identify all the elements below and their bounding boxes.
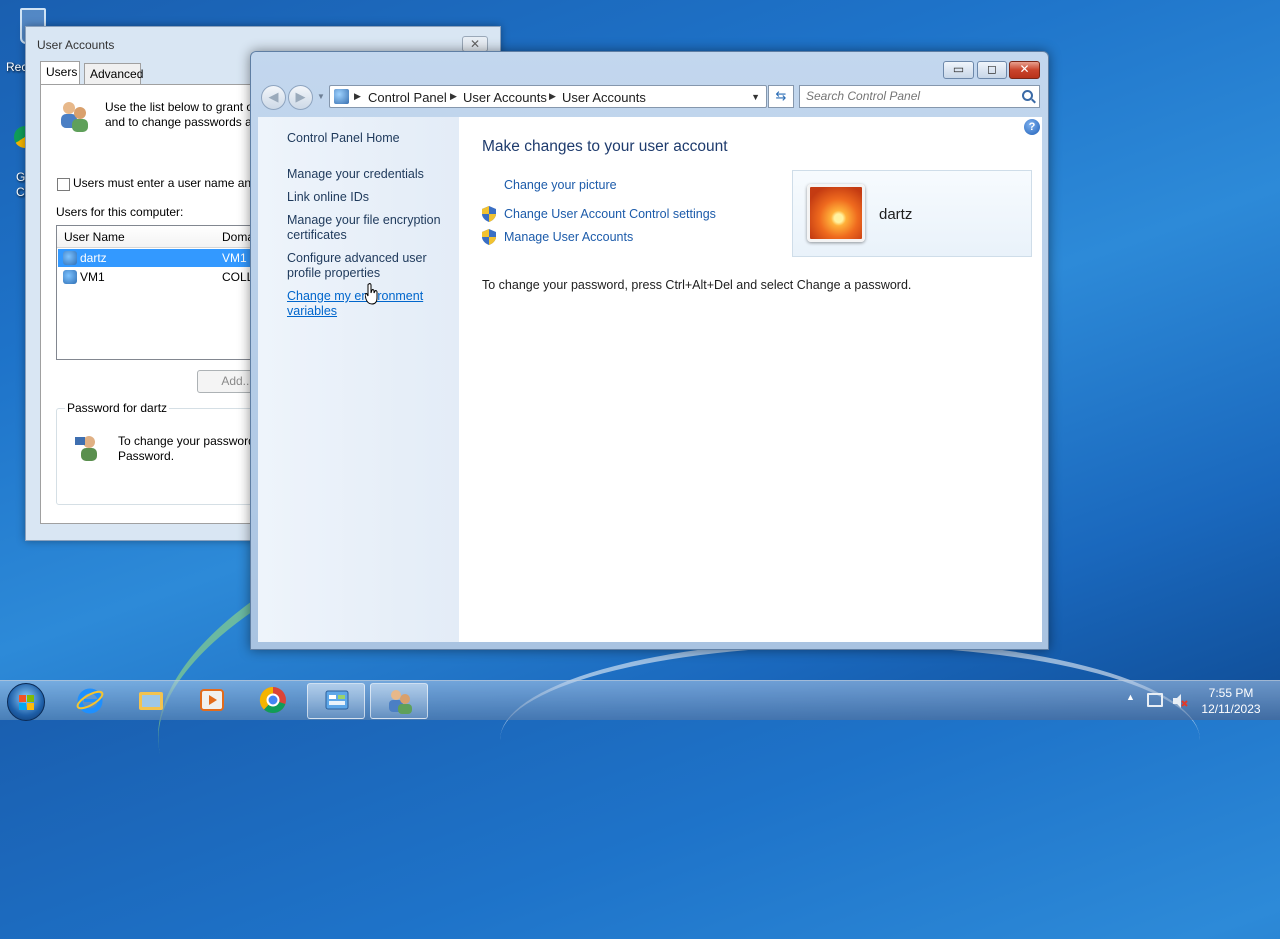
user-key-icon — [75, 436, 97, 461]
domain-cell: COLL — [222, 270, 254, 284]
taskbar-chrome[interactable] — [244, 683, 302, 719]
control-panel-window: ▭ ◻ ✕ ◀ ▶ ▼ ▶ Control Panel ▶ User Accou… — [250, 51, 1049, 650]
breadcrumb-chevron-icon[interactable]: ▶ — [450, 91, 457, 102]
search-icon[interactable] — [1022, 90, 1033, 101]
folder-icon — [139, 692, 163, 710]
domain-cell: VM1 — [222, 251, 247, 265]
tab-users[interactable]: Users — [40, 61, 80, 84]
clock-date: 12/11/2023 — [1201, 702, 1261, 716]
help-icon[interactable]: ? — [1024, 119, 1040, 135]
user-icon — [63, 270, 77, 284]
users-icon — [61, 102, 88, 132]
taskbar-internet-explorer[interactable] — [61, 683, 119, 719]
change-picture-link[interactable]: Change your picture — [504, 178, 617, 192]
media-player-icon — [200, 689, 224, 711]
dialog-close-button[interactable]: ✕ — [462, 36, 488, 52]
intro-line2: and to change passwords ar — [105, 115, 256, 129]
require-login-label: Users must enter a user name and — [73, 176, 258, 190]
password-group-label: Password for dartz — [65, 401, 170, 415]
password-line1: To change your password — [118, 434, 255, 448]
taskbar-user-accounts[interactable] — [370, 683, 428, 719]
close-button[interactable]: ✕ — [1009, 61, 1040, 79]
back-button[interactable]: ◀ — [261, 85, 286, 110]
breadcrumb-user-accounts[interactable]: User Accounts — [463, 90, 547, 105]
minimize-button[interactable]: ▭ — [943, 61, 974, 79]
control-panel-content: Control Panel Home Manage your credentia… — [258, 117, 1042, 642]
avatar[interactable] — [807, 184, 865, 242]
dialog-title: User Accounts — [37, 38, 115, 52]
start-button[interactable] — [7, 683, 45, 721]
page-title: Make changes to your user account — [482, 138, 728, 155]
taskbar-media-player[interactable] — [183, 683, 241, 719]
column-user-name[interactable]: User Name — [64, 230, 125, 244]
uac-settings-link[interactable]: Change User Account Control settings — [504, 207, 716, 221]
users-list-label: Users for this computer: — [56, 205, 184, 219]
network-icon[interactable] — [1147, 693, 1163, 707]
breadcrumb-chevron-icon[interactable]: ▶ — [549, 91, 556, 102]
password-change-hint: To change your password, press Ctrl+Alt+… — [482, 278, 912, 292]
clock-time: 7:55 PM — [1208, 686, 1254, 700]
arrow-left-icon: ◀ — [268, 89, 279, 104]
require-login-checkbox[interactable] — [57, 178, 70, 191]
maximize-button[interactable]: ◻ — [977, 61, 1007, 79]
search-box[interactable] — [799, 85, 1040, 108]
forward-button[interactable]: ▶ — [288, 85, 313, 110]
sidebar-item-link-online-ids[interactable]: Link online IDs — [287, 190, 447, 205]
sidebar-item-control-panel-home[interactable]: Control Panel Home — [287, 131, 447, 146]
taskbar — [0, 680, 1280, 721]
chrome-icon — [259, 686, 286, 714]
address-bar[interactable]: ▶ Control Panel ▶ User Accounts ▶ User A… — [329, 85, 767, 108]
show-hidden-icons-chevron-icon[interactable]: ▲ — [1126, 692, 1135, 702]
sidebar-item-manage-credentials[interactable]: Manage your credentials — [287, 167, 447, 182]
system-clock[interactable]: 7:55 PM 12/11/2023 — [1196, 685, 1266, 717]
tab-advanced[interactable]: Advanced — [84, 63, 143, 84]
users-icon — [389, 690, 412, 714]
breadcrumb-user-accounts-current[interactable]: User Accounts — [562, 90, 646, 105]
address-dropdown-icon[interactable]: ▼ — [751, 92, 760, 102]
password-line2: Password. — [118, 449, 175, 463]
shield-icon — [482, 206, 496, 222]
intro-line1: Use the list below to grant o — [105, 100, 254, 114]
control-panel-icon — [334, 89, 349, 104]
user-name-cell: dartz — [80, 251, 107, 265]
sidebar-item-file-encryption[interactable]: Manage your file encryption certificates — [287, 213, 447, 243]
recent-pages-chevron-icon[interactable]: ▼ — [317, 92, 325, 101]
user-name-cell: VM1 — [80, 270, 105, 284]
refresh-button[interactable]: ⇆ — [768, 85, 794, 108]
shield-icon — [482, 229, 496, 245]
sidebar: Control Panel Home Manage your credentia… — [258, 117, 459, 642]
user-tile: dartz — [792, 170, 1032, 257]
breadcrumb-chevron-icon[interactable]: ▶ — [354, 91, 361, 102]
control-panel-icon — [325, 690, 349, 710]
manage-user-accounts-link[interactable]: Manage User Accounts — [504, 230, 633, 244]
breadcrumb-control-panel[interactable]: Control Panel — [368, 90, 447, 105]
hand-cursor-icon — [365, 283, 378, 305]
user-icon — [63, 251, 77, 265]
arrow-right-icon: ▶ — [295, 89, 306, 104]
dialog-intro-text: Use the list below to grant o and to cha… — [105, 100, 265, 130]
search-input[interactable] — [806, 89, 1012, 103]
refresh-icon: ⇆ — [775, 88, 787, 103]
taskbar-control-panel[interactable] — [307, 683, 365, 719]
user-name: dartz — [879, 206, 913, 223]
windows-logo-icon — [19, 695, 34, 710]
wallpaper-swoosh-light — [500, 640, 1200, 840]
taskbar-file-explorer[interactable] — [122, 683, 180, 719]
sidebar-item-advanced-profile[interactable]: Configure advanced user profile properti… — [287, 251, 447, 281]
volume-muted-icon[interactable] — [1172, 693, 1188, 709]
password-info-text: To change your password Password. — [118, 434, 255, 464]
internet-explorer-icon — [76, 688, 104, 714]
